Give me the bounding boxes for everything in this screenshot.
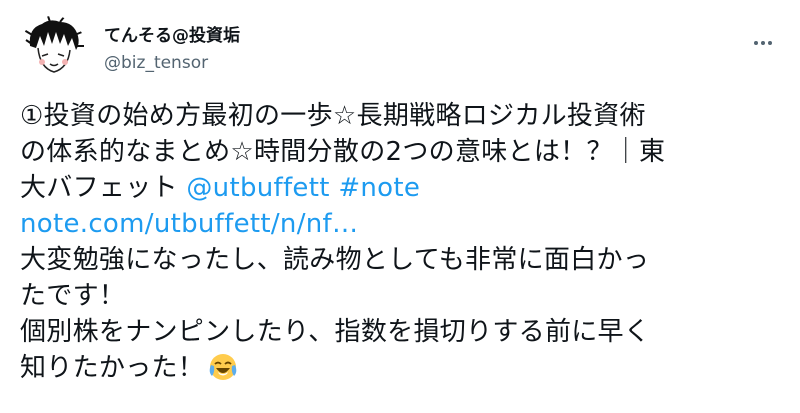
tweet-card: てんそる@投資垢 @biz_tensor ①投資の始め方最初の一歩☆長期戦略ロジ… bbox=[0, 0, 800, 413]
tweet-line: ①投資の始め方最初の一歩☆長期戦略ロジカル投資術 bbox=[20, 101, 646, 131]
more-horizontal-icon bbox=[754, 41, 772, 45]
display-name[interactable]: てんそる@投資垢 bbox=[104, 25, 240, 47]
user-handle[interactable]: @biz_tensor bbox=[104, 52, 240, 74]
tweet-text: ①投資の始め方最初の一歩☆長期戦略ロジカル投資術 の体系的なまとめ☆時間分散の2… bbox=[20, 98, 780, 392]
tweet-header: てんそる@投資垢 @biz_tensor bbox=[20, 14, 780, 84]
tweet-line: 個別株をナンピンしたり、指数を損切りする前に早く bbox=[20, 317, 651, 347]
hashtag-link[interactable]: #note bbox=[338, 173, 420, 203]
avatar[interactable] bbox=[20, 16, 86, 82]
face-with-tears-of-joy-icon bbox=[208, 352, 238, 392]
tweet-text-segment: 知りたかった！ bbox=[20, 353, 205, 383]
tweet-text-segment: 大バフェット bbox=[20, 173, 187, 203]
tweet-line: たです！ bbox=[20, 281, 126, 311]
hand-drawn-face-avatar-icon bbox=[20, 16, 86, 82]
article-url-link[interactable]: note.com/utbuffett/n/nf… bbox=[20, 209, 358, 239]
tweet-line: note.com/utbuffett/n/nf… bbox=[20, 206, 780, 242]
tweet-line: 知りたかった！ bbox=[20, 350, 780, 392]
tweet-line: 大変勉強になったし、読み物としても非常に面白かっ bbox=[20, 245, 650, 275]
mention-link[interactable]: @utbuffett bbox=[186, 173, 329, 203]
tweet-line: の体系的なまとめ☆時間分散の2つの意味とは！？｜東 bbox=[20, 137, 666, 167]
user-names: てんそる@投資垢 @biz_tensor bbox=[104, 25, 240, 74]
tweet-line: 大バフェット @utbuffett #note bbox=[20, 170, 780, 206]
more-options-button[interactable] bbox=[746, 26, 780, 60]
